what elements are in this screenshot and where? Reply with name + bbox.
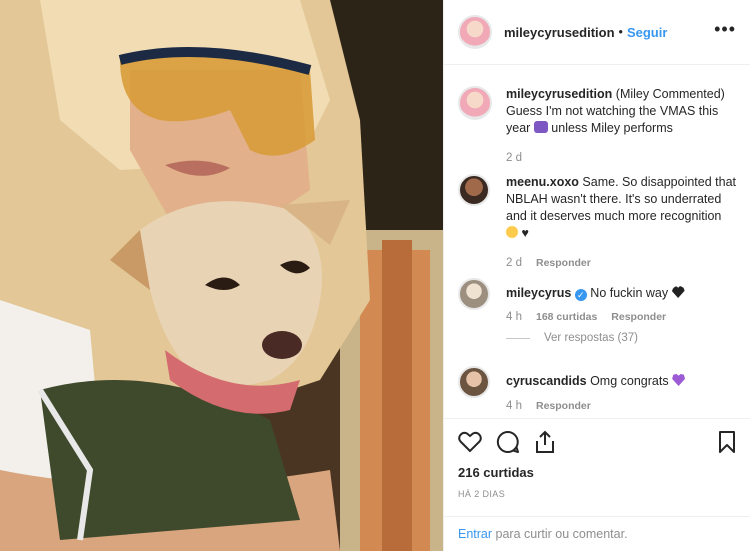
comment-item: mileycyrus ✓ No fuckin way: [458, 278, 736, 310]
black-heart-icon: [671, 286, 685, 298]
purple-heart-icon: [672, 374, 686, 386]
comment-meta: 4 h 168 curtidas Responder: [506, 311, 666, 323]
view-replies-button[interactable]: Ver respostas (37): [506, 332, 638, 344]
comment-bubble-icon[interactable]: [496, 430, 520, 454]
person-emoji-icon: [533, 121, 548, 133]
comment-time[interactable]: 2 d: [506, 257, 522, 269]
verified-badge-icon: ✓: [574, 289, 587, 301]
caption-avatar[interactable]: [458, 86, 492, 120]
comment-text: Omg congrats: [590, 374, 669, 388]
bookmark-icon[interactable]: [718, 430, 736, 454]
more-options-icon[interactable]: •••: [714, 20, 736, 38]
login-prompt-text: para curtir ou comentar.: [495, 527, 628, 541]
photo-illustration: [0, 0, 443, 551]
commenter-avatar[interactable]: [458, 174, 490, 206]
caption-text-tail: unless Miley performs: [551, 121, 673, 135]
commenter-avatar[interactable]: [458, 366, 490, 398]
caption-comment: mileycyrusedition (Miley Commented) Gues…: [458, 86, 736, 137]
follow-button[interactable]: Seguir: [627, 25, 667, 40]
login-prompt: Entrar para curtir ou comentar.: [444, 516, 750, 551]
commenter-username[interactable]: meenu.xoxo: [506, 175, 579, 189]
post-actions: 216 curtidas HÁ 2 DIAS: [444, 418, 750, 516]
commenter-username[interactable]: cyruscandids: [506, 374, 587, 388]
crying-emoji-icon: [506, 226, 518, 238]
post-photo[interactable]: [0, 0, 443, 551]
comment-likes[interactable]: 168 curtidas: [536, 311, 597, 323]
view-replies-label: Ver respostas (37): [544, 332, 638, 344]
post-date[interactable]: HÁ 2 DIAS: [458, 489, 736, 499]
heart-outline-icon[interactable]: [458, 431, 482, 453]
replies-divider: [506, 337, 530, 339]
comment-item: cyruscandids Omg congrats: [458, 366, 736, 398]
comment-time[interactable]: 4 h: [506, 311, 522, 323]
reply-button[interactable]: Responder: [611, 311, 666, 323]
comment-item: meenu.xoxo Same. So disappointed that NB…: [458, 174, 736, 242]
reply-button[interactable]: Responder: [536, 257, 591, 269]
comment-meta: 2 d Responder: [506, 257, 591, 269]
reply-button[interactable]: Responder: [536, 400, 591, 412]
comment-text: No fuckin way: [590, 286, 669, 300]
post-sidebar: mileycyrusedition • Seguir ••• mileycyru…: [443, 0, 750, 551]
commenter-avatar[interactable]: [458, 278, 490, 310]
header-separator: •: [618, 25, 623, 39]
comment-meta: 4 h Responder: [506, 400, 591, 412]
caption-username[interactable]: mileycyrusedition: [506, 87, 612, 101]
author-avatar[interactable]: [458, 15, 492, 49]
share-icon[interactable]: [534, 430, 556, 454]
likes-count[interactable]: 216 curtidas: [458, 465, 736, 480]
caption-time[interactable]: 2 d: [506, 152, 522, 164]
author-username[interactable]: mileycyrusedition: [504, 25, 615, 40]
comment-time[interactable]: 4 h: [506, 400, 522, 412]
commenter-username[interactable]: mileycyrus: [506, 286, 571, 300]
black-heart-icon: ♥: [521, 226, 529, 240]
action-icons: [458, 419, 736, 465]
comments-list[interactable]: mileycyrusedition (Miley Commented) Gues…: [444, 66, 750, 418]
login-link[interactable]: Entrar: [458, 527, 492, 541]
post-header: mileycyrusedition • Seguir •••: [444, 0, 750, 65]
caption-meta: 2 d: [506, 152, 522, 164]
